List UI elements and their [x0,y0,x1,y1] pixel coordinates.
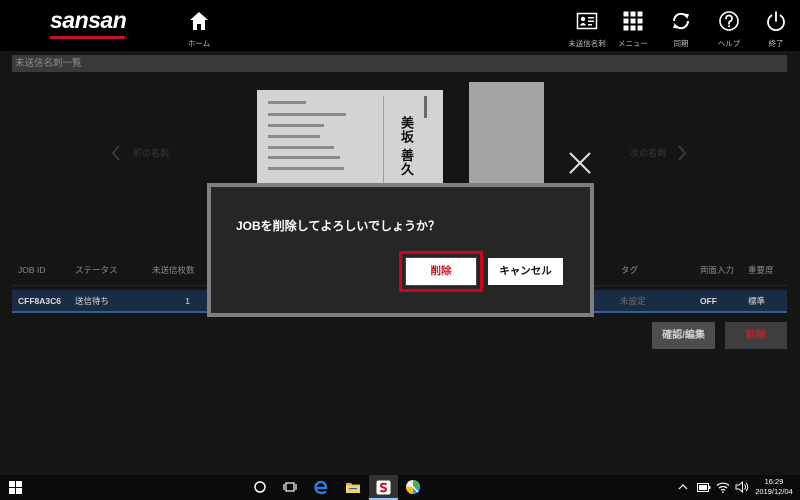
nav-menu-label: メニュー [618,39,648,48]
column-header-unsent-count: 未送信枚数 [152,265,195,275]
nav-sync-label: 同期 [673,39,689,48]
dialog-message: JOBを削除してよろしいでしょうか？ [236,219,440,233]
card-person-name: 美坂 善久 [399,116,414,177]
nav-help-button[interactable]: ヘルプ [707,8,751,48]
business-card-back [469,82,544,188]
edge-browser-icon[interactable] [313,479,329,495]
confirm-delete-dialog: JOBを削除してよろしいでしょうか？ 削除 キャンセル [207,183,594,317]
cell-duplex: OFF [700,296,717,306]
power-icon [767,11,785,32]
close-icon[interactable] [568,151,592,175]
card-text-line [268,101,306,104]
sansan-app-icon[interactable] [376,480,391,495]
windows-start-icon[interactable] [9,481,22,494]
prev-card-label: 前の名刺 [133,148,170,158]
column-header-status: ステータス [75,265,118,275]
chevron-right-icon [678,145,687,161]
card-text-line [268,167,344,170]
cell-tag: 未設定 [620,296,646,306]
windows-taskbar: 16:29 2019/12/04 [0,475,800,500]
clock-time: 16:29 [764,477,784,486]
dialog-delete-button[interactable]: 削除 [405,257,477,286]
column-header-priority: 重要度 [748,265,774,275]
wifi-icon[interactable] [716,481,730,493]
speaker-icon[interactable] [735,481,749,493]
cell-status: 送信待ち [75,296,110,306]
column-header-duplex: 両面入力 [700,265,735,275]
nav-unsent-cards-label: 未送信名刺 [568,39,606,48]
confirm-edit-button[interactable]: 確認/編集 [652,322,715,349]
nav-sync-button[interactable]: 同期 [659,8,703,48]
task-view-icon[interactable] [283,480,297,494]
search-icon[interactable] [253,480,267,494]
logo-underline [50,36,125,39]
cell-unsent-count: 1 [185,296,190,306]
next-card-label: 次の名刺 [630,148,667,158]
battery-icon[interactable] [697,483,711,492]
cell-job-id: CFF8A3C6 [18,296,61,306]
chevron-left-icon [111,145,120,161]
card-divider [383,96,384,190]
chevron-up-icon[interactable] [678,483,688,491]
nav-home-button[interactable]: ホーム [177,8,221,48]
card-title-text [424,96,427,118]
nav-home-label: ホーム [187,39,211,48]
id-card-icon [576,12,598,30]
grid-icon [623,11,643,31]
next-card-link[interactable]: 次の名刺 [630,144,690,162]
card-text-line [268,113,346,116]
taskbar-clock[interactable]: 16:29 2019/12/04 [752,477,796,497]
column-header-tag: タグ [621,265,639,275]
file-explorer-icon[interactable] [345,480,361,494]
sync-icon [672,12,690,30]
card-text-line [268,156,340,159]
nav-exit-label: 終了 [768,39,784,48]
column-header-job-id: JOB ID [18,265,46,275]
home-icon [190,12,208,30]
nav-exit-button[interactable]: 終了 [754,8,798,48]
card-text-line [268,146,334,149]
nav-help-label: ヘルプ [717,39,741,48]
cell-priority: 標準 [748,296,766,306]
page-title: 未送信名刺一覧 [12,55,787,72]
card-text-line [268,124,324,127]
business-card-front: 美坂 善久 [257,90,443,190]
dialog-cancel-button[interactable]: キャンセル [488,258,563,285]
clock-date: 2019/12/04 [755,487,793,496]
help-icon [719,11,739,31]
colorful-app-icon[interactable] [404,478,422,496]
nav-menu-button[interactable]: メニュー [611,8,655,48]
delete-button[interactable]: 削除 [725,322,787,349]
card-text-line [268,135,320,138]
sansan-logo: sansan [50,7,127,33]
app-header: sansan ホーム 未送信名刺 メニュー 同期 ヘルプ 終了 [0,0,800,51]
nav-unsent-cards-button[interactable]: 未送信名刺 [565,8,609,48]
